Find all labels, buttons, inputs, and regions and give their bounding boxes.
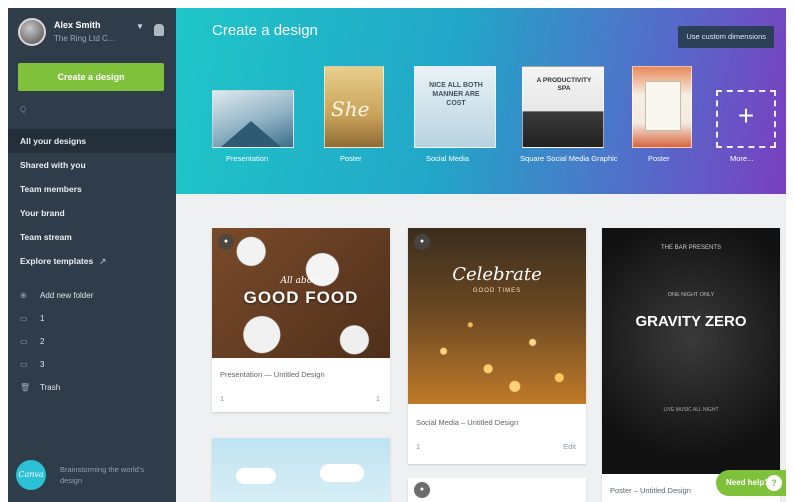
thumbnail-text: ONE NIGHT ONLY bbox=[667, 292, 715, 298]
template-thumbnail[interactable] bbox=[632, 66, 692, 148]
comment-count[interactable]: 1 bbox=[376, 394, 380, 403]
canva-logo[interactable]: Canva bbox=[16, 460, 46, 490]
user-team: The Ring Ltd C... bbox=[54, 34, 115, 43]
sidebar-item-label: All your designs bbox=[20, 136, 87, 146]
template-thumbnail[interactable]: She bbox=[324, 66, 384, 148]
template-label: Social Media bbox=[426, 154, 469, 163]
sidebar-item-label: Shared with you bbox=[20, 160, 86, 170]
plus-glyph: + bbox=[737, 100, 755, 131]
plus-icon[interactable]: + bbox=[716, 90, 776, 148]
template-label: Presentation bbox=[226, 154, 269, 163]
app-window: Alex Smith The Ring Ltd C... ▼ Create a … bbox=[0, 0, 794, 502]
design-card[interactable]: ● Celebrate GOOD TIMES Social Media – Un… bbox=[408, 228, 586, 464]
custom-dimensions-button[interactable]: Use custom dimensions bbox=[678, 26, 774, 48]
folder-icon: ▭ bbox=[20, 360, 28, 369]
trash-icon: 🗑 bbox=[20, 383, 31, 392]
thumbnail-text: LIVE MUSIC ALL NIGHT bbox=[663, 407, 719, 413]
sidebar-item-label: Explore templates bbox=[20, 256, 94, 266]
user-menu[interactable]: Alex Smith The Ring Ltd C... ▼ bbox=[18, 16, 168, 56]
folder-item[interactable]: ▭ 2 bbox=[8, 330, 176, 353]
thumbnail-text: Celebrate bbox=[452, 264, 542, 285]
design-title[interactable]: Social Media – Untitled Design bbox=[416, 418, 518, 427]
promo-text: Brainstorming the world’s design bbox=[60, 465, 145, 485]
team-icon: ● bbox=[218, 234, 234, 250]
thumbnail-text: GOOD TIMES bbox=[472, 288, 522, 294]
design-thumbnail[interactable]: ● All about GOOD FOOD bbox=[212, 228, 390, 358]
sidebar-item-explore-templates[interactable]: Explore templates ↗ bbox=[8, 249, 176, 273]
thumbnail-text: THE BAR PRESENTS bbox=[660, 245, 721, 251]
folder-label: 2 bbox=[40, 337, 45, 346]
design-meta: 1 bbox=[416, 442, 421, 451]
design-card[interactable] bbox=[212, 438, 390, 502]
sidebar-nav: All your designs Shared with you Team me… bbox=[8, 129, 185, 273]
template-label: More... bbox=[730, 154, 754, 163]
sidebar-item-all-designs[interactable]: All your designs bbox=[8, 129, 185, 153]
template-thumbnail[interactable] bbox=[212, 90, 294, 148]
template-label: Square Social Media Graphic bbox=[520, 154, 618, 163]
question-icon: ? bbox=[766, 475, 782, 491]
chevron-down-icon[interactable]: ▼ bbox=[136, 22, 144, 31]
design-title[interactable]: Poster – Untitled Design bbox=[610, 486, 691, 495]
external-link-icon: ↗ bbox=[99, 256, 107, 266]
avatar[interactable] bbox=[18, 18, 46, 46]
thumbnail-text: NICE ALL BOTH MANNER ARE COST bbox=[429, 82, 483, 107]
folder-icon: ▭ bbox=[20, 337, 28, 346]
design-thumbnail[interactable] bbox=[212, 438, 390, 502]
sidebar-item-brand[interactable]: Your brand bbox=[8, 201, 176, 225]
design-meta: 1 bbox=[220, 394, 225, 403]
create-design-button[interactable]: Create a design bbox=[18, 63, 164, 91]
template-thumbnail[interactable]: A PRODUCTIVITY SPA bbox=[522, 66, 604, 148]
help-label: Need help? bbox=[726, 478, 770, 487]
folder-label: Trash bbox=[40, 383, 61, 392]
sidebar-item-shared[interactable]: Shared with you bbox=[8, 153, 176, 177]
page-title: Create a design bbox=[212, 22, 318, 39]
design-card[interactable]: THE BAR PRESENTS ONE NIGHT ONLY GRAVITY … bbox=[602, 228, 780, 502]
sidebar-item-label: Your brand bbox=[20, 208, 65, 218]
designs-grid: ● All about GOOD FOOD Presentation — Unt… bbox=[176, 194, 786, 502]
bell-icon[interactable] bbox=[154, 24, 164, 36]
folder-label: 3 bbox=[40, 360, 45, 369]
team-icon: ● bbox=[414, 234, 430, 250]
folder-list: ⊕ Add new folder ▭ 1 ▭ 2 ▭ 3 🗑 Trash bbox=[8, 284, 176, 399]
template-thumbnail[interactable]: NICE ALL BOTH MANNER ARE COST bbox=[414, 66, 496, 148]
template-label: Poster bbox=[340, 154, 362, 163]
edit-link[interactable]: Edit bbox=[563, 442, 576, 451]
design-card[interactable]: ● bbox=[408, 478, 586, 502]
thumbnail-text: A PRODUCTIVITY SPA bbox=[536, 77, 592, 92]
sidebar-item-label: Team stream bbox=[20, 232, 72, 242]
thumbnail-text: All about bbox=[280, 276, 322, 286]
add-folder-button[interactable]: ⊕ Add new folder bbox=[8, 284, 176, 307]
sidebar-footer: Canva Brainstorming the world’s design bbox=[16, 456, 166, 496]
trash-item[interactable]: 🗑 Trash bbox=[8, 376, 176, 399]
create-design-header: Create a design Use custom dimensions Pr… bbox=[176, 8, 786, 194]
team-icon: ● bbox=[414, 482, 430, 498]
folder-label: Add new folder bbox=[40, 291, 94, 300]
sidebar: Alex Smith The Ring Ltd C... ▼ Create a … bbox=[8, 8, 185, 502]
thumbnail-text: GRAVITY ZERO bbox=[635, 313, 747, 330]
sidebar-item-team-members[interactable]: Team members bbox=[8, 177, 176, 201]
design-title[interactable]: Presentation — Untitled Design bbox=[220, 370, 325, 379]
design-card[interactable]: ● All about GOOD FOOD Presentation — Unt… bbox=[212, 228, 390, 412]
template-label: Poster bbox=[648, 154, 670, 163]
search-icon[interactable]: Q bbox=[20, 105, 160, 117]
design-thumbnail[interactable]: THE BAR PRESENTS ONE NIGHT ONLY GRAVITY … bbox=[602, 228, 780, 474]
folder-item[interactable]: ▭ 1 bbox=[8, 307, 176, 330]
folder-item[interactable]: ▭ 3 bbox=[8, 353, 176, 376]
design-thumbnail[interactable]: ● Celebrate GOOD TIMES bbox=[408, 228, 586, 404]
sidebar-item-label: Team members bbox=[20, 184, 82, 194]
help-button[interactable]: Need help? ? bbox=[716, 470, 786, 496]
plus-circle-icon: ⊕ bbox=[20, 291, 27, 300]
thumbnail-text: She bbox=[331, 97, 370, 121]
user-name: Alex Smith bbox=[54, 20, 101, 30]
folder-label: 1 bbox=[40, 314, 45, 323]
folder-icon: ▭ bbox=[20, 314, 28, 323]
sidebar-item-team-stream[interactable]: Team stream bbox=[8, 225, 176, 249]
template-strip: Presentation She Poster NICE ALL BOTH MA… bbox=[176, 64, 786, 174]
thumbnail-text: GOOD FOOD bbox=[243, 288, 359, 307]
